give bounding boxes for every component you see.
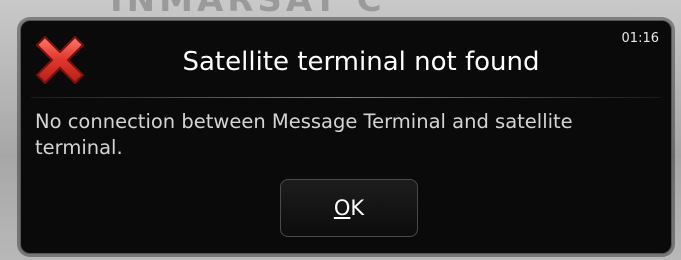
ok-button[interactable]: OK (280, 179, 418, 237)
dialog-title: Satellite terminal not found (182, 47, 540, 77)
error-dialog: Satellite terminal not found 01:16 No co… (20, 20, 672, 254)
screen: INMARSAT C Satellite terminal not found … (0, 0, 681, 260)
background-brand-text: INMARSAT C (110, 0, 386, 20)
dialog-message: No connection between Message Terminal a… (35, 110, 573, 159)
ok-label-rest: K (350, 196, 365, 220)
title-divider (31, 97, 661, 98)
ok-mnemonic: O (333, 196, 351, 220)
clock-time: 01:16 (621, 31, 659, 46)
